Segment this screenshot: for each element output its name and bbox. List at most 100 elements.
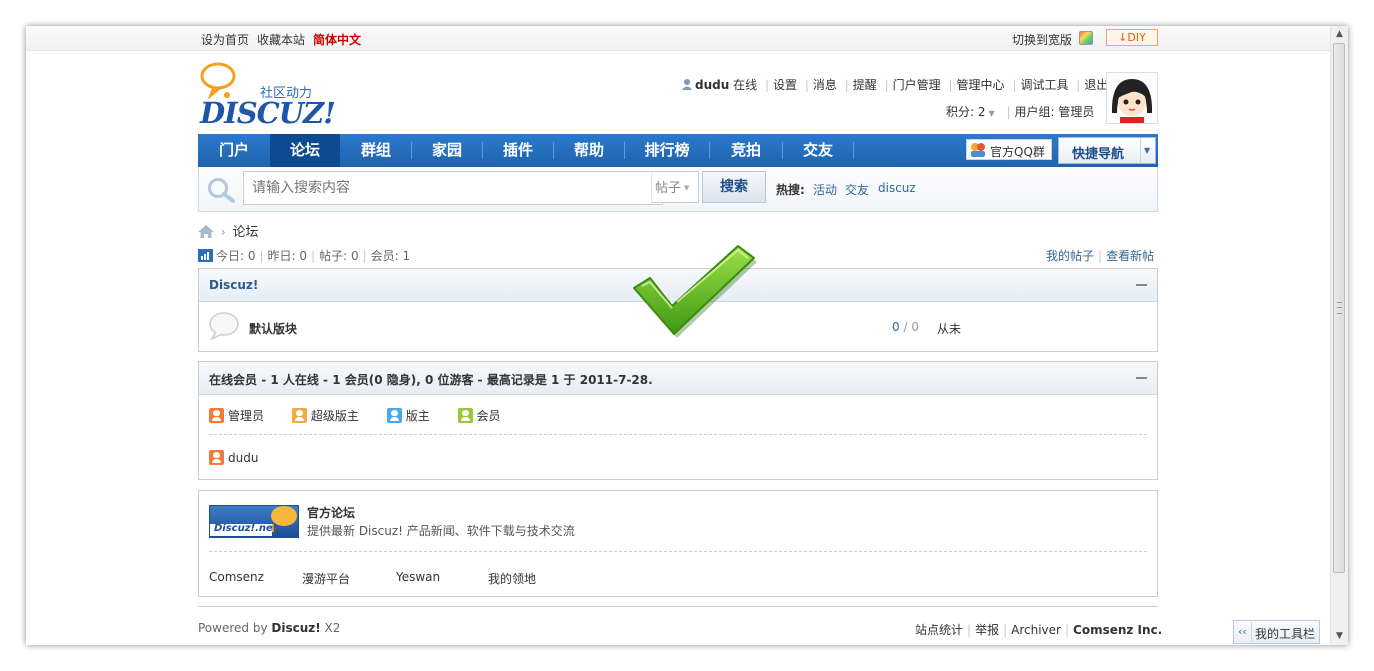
new-posts-link[interactable]: 查看新帖 [1106,249,1154,263]
site-stats-link[interactable]: 站点统计 [915,623,963,637]
points-link[interactable]: 积分: 2 [946,105,986,119]
search-input[interactable] [243,171,663,205]
page-content: 设为首页 收藏本站 简体中文 切换到宽版 ↓DIY DISCUZ! 社区动力 d… [26,26,1331,645]
hot-search-term[interactable]: 交友 [845,181,869,198]
nav-forum[interactable]: 论坛 [270,134,340,167]
online-header[interactable]: 在线会员 - 1 人在线 - 1 会员(0 隐身), 0 位游客 - 最高记录是… [199,362,1157,395]
scroll-thumb[interactable] [1333,43,1345,573]
archiver-link[interactable]: Archiver [1011,623,1061,637]
member-badge-icon [457,408,473,423]
friend-links-panel: Discuz!.net 官方论坛 提供最新 Discuz! 产品新闻、软件下载与… [198,490,1158,597]
nav-portal[interactable]: 门户 [198,134,270,167]
switch-wide-link[interactable]: 切换到宽版 [1012,31,1072,48]
browser-window: 设为首页 收藏本站 简体中文 切换到宽版 ↓DIY DISCUZ! 社区动力 d… [26,26,1348,645]
discuz-link[interactable]: Discuz! [271,621,320,635]
admin-center-link[interactable]: 管理中心 [957,78,1005,92]
logo-tagline: 社区动力 [260,86,313,101]
quick-nav-label: 快捷导航 [1072,147,1125,162]
member-legend: 管理员 超级版主 版主 会员 [209,407,501,424]
quick-nav-divider [1140,138,1141,163]
diy-arrow-icon: ↓ [1118,31,1128,44]
hot-search-term[interactable]: 活动 [813,181,837,198]
legend-member: 会员 [457,408,501,423]
diy-button[interactable]: ↓DIY [1106,29,1158,46]
friend-link[interactable]: 我的领地 [488,570,536,587]
forum-name-link[interactable]: 默认版块 [249,320,297,337]
collapse-arrow-icon: ‹‹ [1238,625,1247,638]
search-bar: 帖子▼ 搜索 热搜: 活动 交友 discuz [198,167,1158,212]
online-title: 在线会员 - 1 人在线 - 1 会员(0 隐身), 0 位游客 - 最高记录是… [209,373,653,387]
wide-switch-icon[interactable] [1079,31,1093,45]
collapse-icon[interactable] [1136,284,1147,286]
avatar[interactable] [1106,72,1158,124]
friend-link[interactable]: 漫游平台 [302,570,350,587]
portal-admin-link[interactable]: 门户管理 [893,78,941,92]
bookmark-link[interactable]: 收藏本站 [257,31,305,48]
comsenz-link[interactable]: Comsenz Inc. [1073,623,1162,637]
online-members-panel: 在线会员 - 1 人在线 - 1 会员(0 隐身), 0 位游客 - 最高记录是… [198,361,1158,480]
friend-link[interactable]: Comsenz [209,570,264,584]
set-home-link[interactable]: 设为首页 [201,31,249,48]
nav-auction[interactable]: 竞拍 [710,134,782,167]
language-link[interactable]: 简体中文 [313,31,361,48]
super-moderator-badge-icon [291,408,307,423]
nav-home[interactable]: 家园 [412,134,482,167]
search-type-select[interactable]: 帖子 ▼ [651,171,699,203]
online-status: 在线 [733,78,758,92]
scroll-up-icon[interactable]: ▲ [1331,26,1348,43]
nav-groups[interactable]: 群组 [341,134,411,167]
messages-link[interactable]: 消息 [813,78,837,92]
home-icon[interactable] [198,225,214,241]
qq-group-label: 官方QQ群 [990,145,1045,159]
site-logo[interactable]: DISCUZ! 社区动力 [200,62,340,130]
hot-search-label: 热搜: [776,183,805,197]
online-user[interactable]: dudu [209,450,258,465]
forum-counts: 0 / 0 [892,320,919,334]
legend-moderator: 版主 [386,408,430,423]
vertical-scrollbar[interactable]: ▲ ▼ [1330,26,1348,645]
debug-tools-link[interactable]: 调试工具 [1020,78,1068,92]
qq-group-button[interactable]: 官方QQ群 [966,139,1052,160]
nav-help[interactable]: 帮助 [554,134,624,167]
collapse-icon[interactable] [1136,377,1147,379]
stat-posts: 帖子: 0 [319,249,359,263]
post-links: 我的帖子 | 查看新帖 [1046,249,1155,263]
forum-bubble-icon [208,311,242,344]
forum-group-title[interactable]: Discuz! [209,278,258,292]
top-bar: 设为首页 收藏本站 简体中文 切换到宽版 ↓DIY [26,26,1331,51]
nav-dating[interactable]: 交友 [783,134,853,167]
banner-text: Discuz!.net [214,523,278,534]
stats-chart-icon [198,249,213,262]
online-user-link[interactable]: dudu [228,451,258,465]
admin-badge-icon [209,450,224,465]
nav-ranking[interactable]: 排行榜 [625,134,709,167]
user-icon [682,79,692,90]
notifications-link[interactable]: 提醒 [853,78,877,92]
username-link[interactable]: dudu [695,78,729,92]
toolbar-divider [1251,622,1252,642]
my-posts-link[interactable]: 我的帖子 [1046,249,1094,263]
search-button[interactable]: 搜索 [702,171,766,203]
logout-link[interactable]: 退出 [1084,78,1108,92]
stat-today: 今日: 0 [216,249,256,263]
report-link[interactable]: 举报 [975,623,999,637]
official-forum-link[interactable]: 官方论坛 [307,504,355,521]
my-toolbar-button[interactable]: ‹‹ 我的工具栏 [1233,620,1320,644]
friend-link[interactable]: Yeswan [396,570,440,584]
user-group-link[interactable]: 用户组: 管理员 [1015,105,1095,119]
discuz-net-banner[interactable]: Discuz!.net [209,505,299,538]
nav-plugins[interactable]: 插件 [483,134,553,167]
scroll-down-icon[interactable]: ▼ [1331,628,1348,645]
legend-admin: 管理员 [209,408,264,423]
quick-nav-button[interactable]: 快捷导航 ▼ [1058,137,1156,164]
settings-link[interactable]: 设置 [773,78,797,92]
hot-search-term[interactable]: discuz [878,181,916,195]
breadcrumb: › 论坛 [198,221,258,241]
qq-group-icon [970,142,986,160]
points-dropdown-icon[interactable]: ▼ [989,109,995,118]
main-nav: 门户 论坛 群组 家园 插件 帮助 排行榜 竞拍 交友 官方QQ群 快捷导航 ▼ [198,134,1158,167]
user-info: 积分: 2 ▼ | 用户组: 管理员 [946,105,1095,119]
breadcrumb-current: 论坛 [232,225,259,240]
forum-last-post: 从未 [937,322,962,336]
toolbar-label: 我的工具栏 [1255,627,1316,641]
